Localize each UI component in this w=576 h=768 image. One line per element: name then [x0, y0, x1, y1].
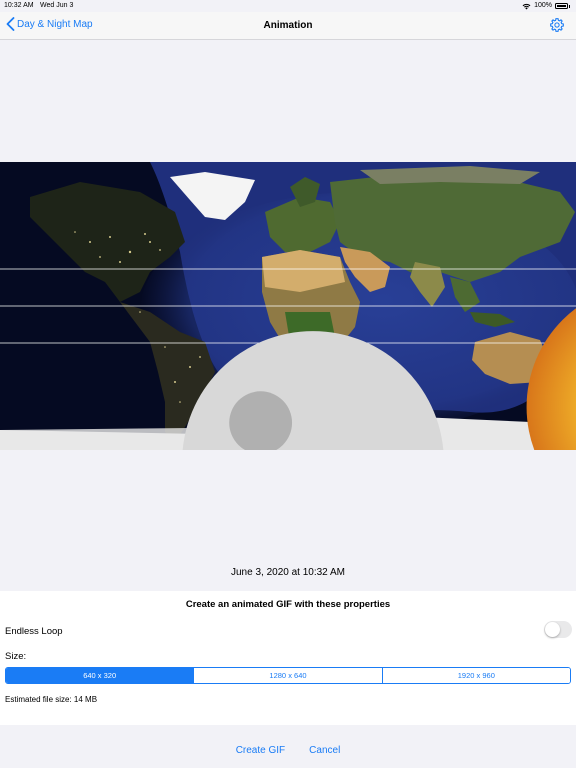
moon-icon: [182, 331, 444, 450]
battery-tip: [569, 4, 570, 8]
size-option-640[interactable]: 640 x 320: [6, 668, 194, 683]
panel-title: Create an animated GIF with these proper…: [185, 599, 391, 610]
gif-properties-panel: Create an animated GIF with these proper…: [0, 591, 576, 725]
animation-date: June 3, 2020 at 10:32 AM: [231, 567, 345, 578]
create-gif-button[interactable]: Create GIF: [236, 745, 285, 756]
battery-percent: 100%: [534, 2, 552, 9]
navigation-bar: Day & Night Map Animation: [0, 12, 576, 40]
battery-icon: [555, 3, 568, 9]
estimated-file-size: Estimated file size: 14 MB: [5, 695, 98, 704]
endless-loop-toggle[interactable]: [544, 621, 572, 638]
status-bar: 10:32 AM Wed Jun 3 100%: [0, 0, 576, 12]
cancel-button[interactable]: Cancel: [309, 745, 340, 756]
status-date: Wed Jun 3: [40, 2, 74, 9]
day-night-map: [0, 162, 576, 450]
size-label: Size:: [5, 651, 27, 662]
status-right: 100%: [522, 0, 570, 12]
size-option-1280[interactable]: 1280 x 640: [193, 668, 382, 683]
toggle-knob: [545, 622, 560, 637]
size-option-1920[interactable]: 1920 x 960: [381, 668, 570, 683]
gear-icon[interactable]: [549, 17, 565, 33]
page-title: Animation: [263, 20, 313, 31]
size-segmented-control: 640 x 320 1280 x 640 1920 x 960: [5, 667, 571, 684]
endless-loop-label: Endless Loop: [5, 626, 63, 637]
bottom-actions: Create GIF Cancel: [0, 745, 576, 756]
wifi-icon: [522, 3, 531, 9]
status-time: 10:32 AM: [4, 2, 34, 9]
